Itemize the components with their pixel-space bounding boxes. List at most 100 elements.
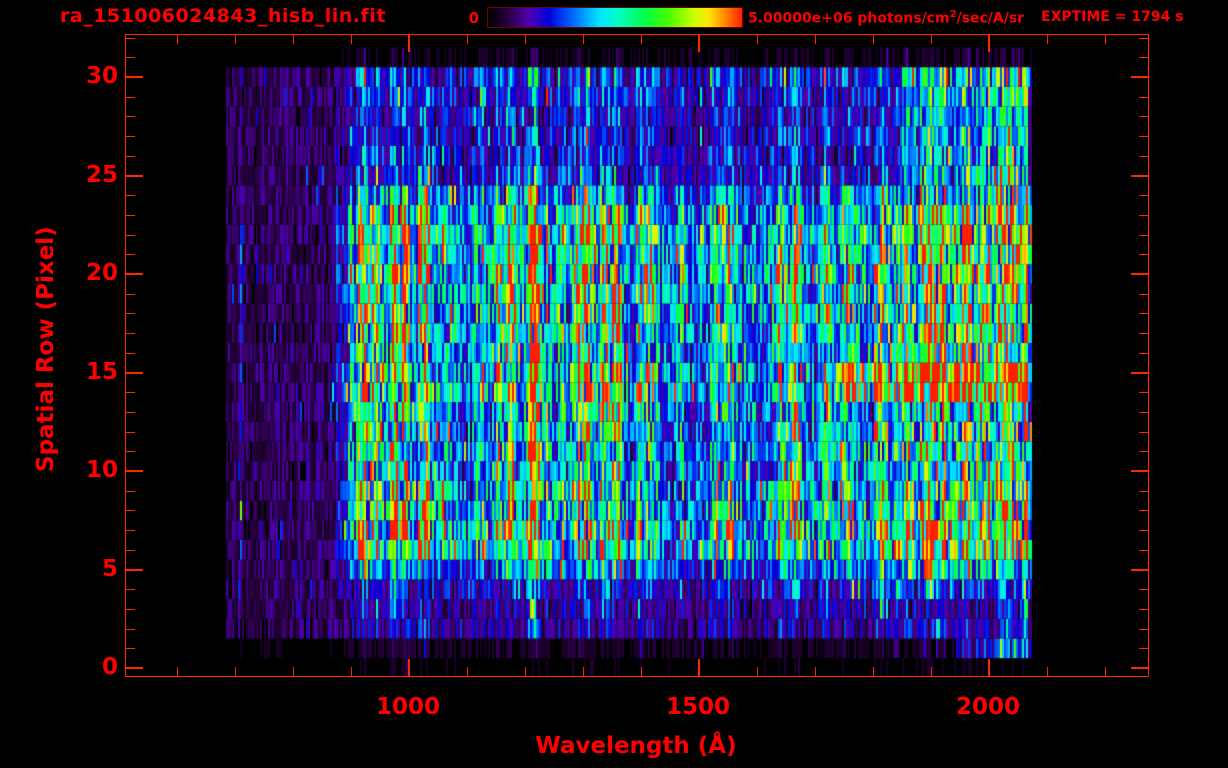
axis-tick [1105, 35, 1106, 44]
axis-tick [698, 35, 700, 52]
exptime-label: EXPTIME = 1794 s [1041, 9, 1184, 25]
axis-tick [1139, 155, 1148, 157]
axis-tick [126, 136, 135, 138]
axis-tick [1139, 431, 1148, 433]
axis-tick [1139, 313, 1148, 315]
axis-tick [126, 451, 135, 453]
axis-tick [1139, 451, 1148, 453]
axis-tick [1047, 667, 1048, 676]
axis-tick [293, 667, 294, 676]
y-tick-label: 30 [85, 63, 118, 89]
x-axis-title: Wavelength (Å) [535, 733, 737, 759]
axis-tick [1139, 254, 1148, 256]
axis-tick [1047, 35, 1048, 44]
axis-tick [1139, 234, 1148, 236]
axis-tick [126, 76, 143, 78]
axis-tick [988, 35, 990, 52]
y-tick-label: 15 [85, 358, 118, 385]
axis-tick [873, 35, 874, 44]
axis-tick [1139, 136, 1148, 138]
axis-tick [126, 431, 135, 433]
axis-tick [583, 667, 584, 676]
axis-tick [815, 667, 816, 676]
y-tick-label: 25 [85, 161, 118, 188]
axis-tick [126, 549, 135, 551]
axis-tick [408, 659, 410, 676]
axis-tick [126, 333, 135, 335]
axis-tick [126, 57, 135, 59]
axis-tick [126, 234, 135, 236]
axis-tick [126, 470, 143, 472]
axis-tick [126, 667, 143, 669]
axis-tick [126, 371, 143, 374]
file-title: ra_151006024843_hisb_lin.fit [60, 5, 386, 27]
axis-tick [1105, 667, 1106, 676]
axis-tick [641, 35, 642, 44]
axis-tick [126, 273, 143, 275]
axis-tick [126, 293, 135, 295]
axis-tick [525, 667, 526, 676]
colorbar-units-post: /sec/A/sr [956, 10, 1025, 27]
axis-tick [351, 35, 352, 44]
axis-tick [1139, 589, 1148, 591]
axis-tick [698, 659, 700, 676]
axis-tick [126, 589, 135, 591]
colorbar-max-label: 5.00000e+06 photons/cm2/sec/A/sr [748, 9, 1024, 27]
axis-tick [757, 35, 758, 44]
axis-tick [126, 411, 135, 413]
y-tick-label: 0 [101, 654, 118, 680]
axis-tick [525, 35, 526, 44]
axis-tick [1131, 371, 1148, 374]
axis-tick [1139, 608, 1148, 610]
axis-tick [988, 659, 990, 676]
axis-tick [1131, 568, 1148, 571]
x-tick-label: 2000 [955, 694, 1020, 720]
axis-tick [1139, 490, 1148, 492]
axis-tick [126, 510, 135, 512]
plot-area [125, 34, 1149, 677]
axis-tick [1139, 510, 1148, 512]
axis-tick [1139, 392, 1148, 394]
colorbar-min-label: 0 [468, 9, 479, 27]
axis-tick [351, 667, 352, 676]
y-tick-label: 10 [85, 457, 118, 483]
axis-tick [293, 35, 294, 44]
axis-tick [1139, 57, 1148, 59]
axis-tick [1131, 76, 1148, 78]
axis-tick [1139, 648, 1148, 650]
spectral-heatmap-image [126, 35, 1148, 676]
colorbar-gradient [487, 7, 743, 28]
axis-tick [1131, 470, 1148, 472]
axis-tick [1139, 411, 1148, 413]
axis-tick [126, 628, 135, 630]
axis-tick [1139, 352, 1148, 354]
axis-tick [126, 214, 135, 216]
axis-tick [177, 667, 178, 676]
y-tick-label: 5 [101, 555, 118, 582]
axis-tick [931, 35, 932, 44]
spectral-display-window: ra_151006024843_hisb_lin.fit 0 5.00000e+… [0, 0, 1228, 768]
axis-tick [583, 35, 584, 44]
axis-tick [126, 195, 135, 197]
axis-tick [235, 35, 236, 44]
axis-tick [1139, 530, 1148, 532]
axis-tick [757, 667, 758, 676]
axis-tick [126, 392, 135, 394]
axis-tick [235, 667, 236, 676]
axis-tick [126, 155, 135, 157]
axis-tick [467, 667, 468, 676]
axis-tick [1139, 37, 1148, 39]
x-tick-label: 1000 [375, 694, 440, 720]
axis-tick [1139, 195, 1148, 197]
axis-tick [815, 35, 816, 44]
x-tick-label: 1500 [665, 694, 730, 720]
axis-tick [641, 667, 642, 676]
axis-tick [408, 35, 410, 52]
axis-tick [1139, 116, 1148, 118]
axis-tick [126, 490, 135, 492]
axis-tick [126, 174, 143, 177]
axis-tick [126, 313, 135, 315]
axis-tick [1131, 273, 1148, 275]
axis-tick [177, 35, 178, 44]
axis-tick [126, 96, 135, 98]
